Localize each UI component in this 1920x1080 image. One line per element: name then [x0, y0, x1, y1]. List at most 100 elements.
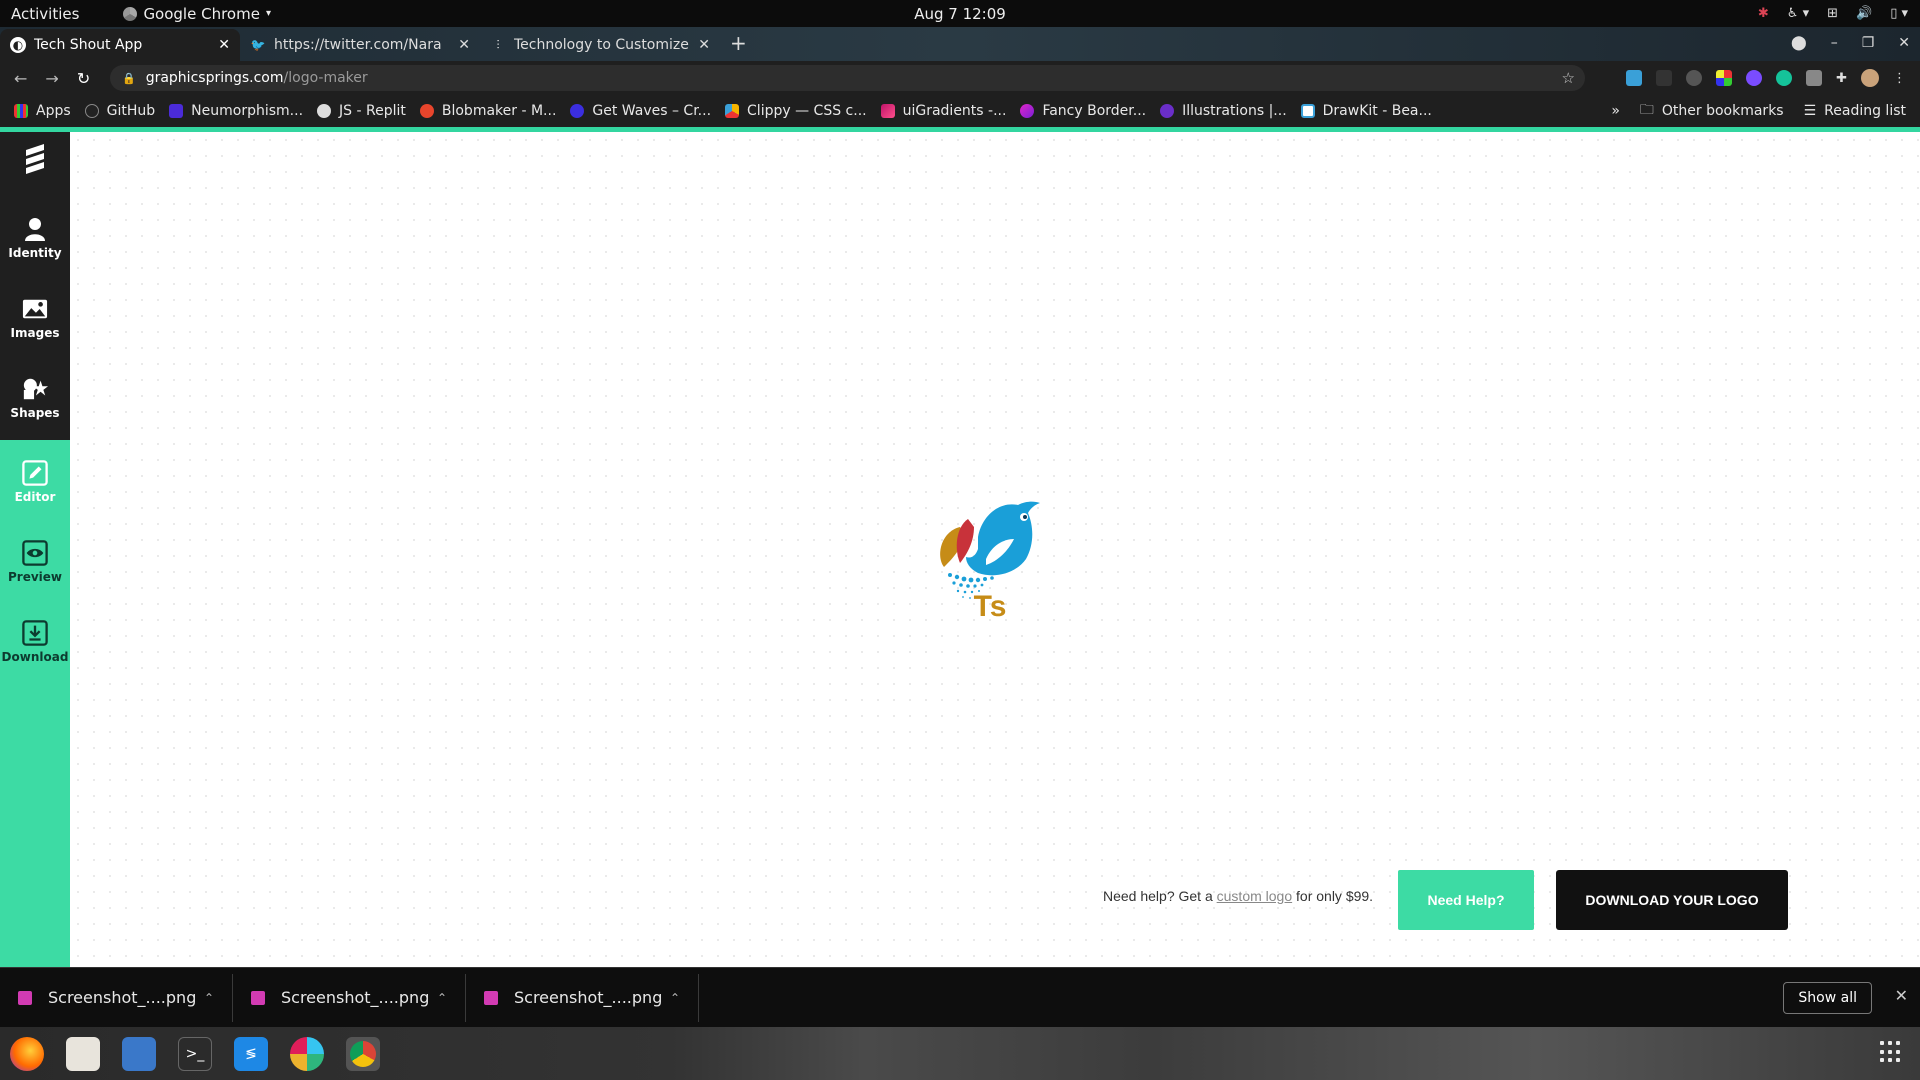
download-item[interactable]: Screenshot_....png ⌃ [0, 973, 233, 1022]
sidebar-item-label: Preview [7, 570, 62, 584]
extension-icon[interactable] [1716, 70, 1733, 86]
chevron-up-icon[interactable]: ⌃ [670, 991, 680, 1005]
bookmarks-overflow-button[interactable]: » [1611, 103, 1620, 119]
bookmark-replit[interactable]: JS - Replit [317, 103, 406, 119]
sidebar-item-download[interactable]: Download [0, 620, 70, 664]
tab-technology[interactable]: ⫶ Technology to Customize ✕ [480, 29, 720, 61]
camera-icon[interactable] [1806, 70, 1823, 86]
vscode-icon[interactable]: ≶ [234, 1036, 268, 1071]
grammarly-icon[interactable] [1776, 70, 1793, 86]
waves-icon [570, 104, 585, 118]
activities-button[interactable]: Activities [11, 5, 79, 23]
download-item[interactable]: Screenshot_....png ⌃ [466, 973, 699, 1022]
new-tab-button[interactable]: + [730, 31, 747, 55]
show-applications-icon[interactable] [1880, 1041, 1902, 1063]
need-help-button[interactable]: Need Help? [1398, 870, 1534, 930]
sidebar-item-preview[interactable]: Preview [0, 540, 70, 584]
lock-icon[interactable]: 🔒 [122, 72, 136, 85]
close-icon[interactable]: ✕ [698, 37, 710, 53]
kebab-menu-icon[interactable]: ⋮ [1893, 71, 1906, 86]
tab-strip: ◐ Tech Shout App ✕ 🐦 https://twitter.com… [0, 27, 1920, 61]
slack-icon[interactable] [290, 1036, 324, 1071]
tab-tech-shout[interactable]: ◐ Tech Shout App ✕ [0, 29, 240, 61]
back-icon[interactable]: ← [14, 69, 27, 88]
clock[interactable]: Aug 7 12:09 [914, 5, 1006, 23]
download-filename: Screenshot_....png [48, 988, 197, 1007]
extension-icon[interactable] [1746, 70, 1763, 86]
bookmark-illustrations[interactable]: Illustrations |... [1160, 103, 1287, 119]
sidebar-item-label: Download [1, 650, 69, 664]
slack-tray-icon[interactable]: ✱ [1758, 6, 1769, 21]
nav-buttons: ← → ↻ [14, 69, 90, 88]
text-editor-icon[interactable] [122, 1036, 156, 1071]
reload-icon[interactable]: ↻ [77, 69, 90, 88]
illustrations-icon [1160, 104, 1175, 118]
logo-text[interactable]: Ts [940, 590, 1040, 624]
reading-list[interactable]: ☰ Reading list [1804, 103, 1906, 119]
download-logo-button[interactable]: DOWNLOAD YOUR LOGO [1556, 870, 1788, 930]
logo-canvas[interactable]: Ts [70, 132, 1920, 967]
system-tray[interactable]: ✱ ♿ ▾ ⊞ 🔊 ▯ ▾ [1758, 6, 1908, 21]
sidebar-item-images[interactable]: Images [0, 296, 70, 340]
sidebar-green-section [0, 440, 70, 967]
folder-icon: 🗀 [1639, 102, 1654, 118]
files-icon[interactable] [66, 1036, 100, 1071]
sidebar-item-identity[interactable]: Identity [0, 216, 70, 260]
extension-icon[interactable] [1656, 70, 1673, 86]
tab-twitter[interactable]: 🐦 https://twitter.com/Nara ✕ [240, 29, 480, 61]
chevron-up-icon[interactable]: ⌃ [204, 991, 214, 1005]
bookmark-uigradients[interactable]: uiGradients -... [880, 103, 1006, 119]
forward-icon[interactable]: → [45, 69, 58, 88]
sidebar-item-editor[interactable]: Editor [0, 460, 70, 504]
close-icon[interactable]: ✕ [1895, 986, 1908, 1005]
volume-icon[interactable]: 🔊 [1856, 6, 1872, 21]
close-icon[interactable]: ✕ [458, 37, 470, 53]
profile-menu-icon[interactable]: ⬤ [1791, 35, 1807, 51]
bookmark-apps[interactable]: Apps [14, 103, 71, 119]
bookmarks-bar: Apps GitHub Neumorphism... JS - Replit B… [0, 95, 1920, 127]
app-menu[interactable]: Google Chrome ▾ [123, 5, 271, 23]
sidebar-item-label: Images [10, 326, 60, 340]
show-all-button[interactable]: Show all [1783, 982, 1872, 1014]
puzzle-icon[interactable]: ✚ [1836, 71, 1847, 86]
bookmark-star-icon[interactable]: ☆ [1562, 69, 1575, 87]
web-page: Identity Images Shapes Editor Preview Do… [0, 127, 1920, 967]
brand-logo[interactable] [0, 142, 70, 178]
network-icon[interactable]: ⊞ [1827, 6, 1838, 21]
sidebar-item-label: Editor [14, 490, 56, 504]
minimize-icon[interactable]: – [1831, 35, 1838, 51]
download-filename: Screenshot_....png [281, 988, 430, 1007]
bookmark-clippy[interactable]: Clippy — CSS c... [725, 103, 867, 119]
sidebar-item-shapes[interactable]: Shapes [0, 376, 70, 420]
firefox-icon[interactable] [10, 1036, 44, 1071]
battery-icon[interactable]: ▯ ▾ [1890, 6, 1908, 21]
bookmark-fancyborder[interactable]: Fancy Border... [1020, 103, 1146, 119]
terminal-icon[interactable]: >_ [178, 1036, 212, 1071]
close-icon[interactable]: ✕ [218, 37, 230, 53]
extension-icon[interactable] [1626, 70, 1643, 86]
accessibility-icon[interactable]: ♿ ▾ [1787, 6, 1809, 21]
avatar[interactable] [1861, 69, 1879, 87]
address-bar[interactable]: 🔒 graphicsprings.com/logo-maker ☆ [110, 65, 1585, 91]
other-bookmarks[interactable]: 🗀 Other bookmarks [1640, 99, 1784, 123]
extension-icon[interactable] [1686, 70, 1703, 86]
bookmark-neumorphism[interactable]: Neumorphism... [169, 103, 303, 119]
chevron-up-icon[interactable]: ⌃ [437, 991, 447, 1005]
restore-icon[interactable]: ❐ [1862, 35, 1875, 51]
app-favicon-icon: ◐ [10, 37, 26, 53]
bookmark-getwaves[interactable]: Get Waves – Cr... [570, 103, 711, 119]
drawkit-icon [1300, 104, 1315, 118]
chrome-app-icon [123, 6, 138, 21]
bookmark-drawkit[interactable]: DrawKit - Bea... [1300, 103, 1432, 119]
bookmark-blobmaker[interactable]: Blobmaker - M... [419, 103, 556, 119]
reading-list-icon: ☰ [1803, 103, 1817, 119]
custom-logo-link[interactable]: custom logo [1217, 888, 1292, 904]
tab-title: Technology to Customize [514, 37, 689, 53]
tab-title: Tech Shout App [34, 37, 143, 53]
download-item[interactable]: Screenshot_....png ⌃ [233, 973, 466, 1022]
chrome-icon[interactable] [346, 1036, 380, 1071]
close-window-icon[interactable]: ✕ [1898, 35, 1910, 51]
bookmark-github[interactable]: GitHub [84, 103, 155, 119]
apps-grid-icon [14, 104, 28, 118]
download-filename: Screenshot_....png [514, 988, 663, 1007]
